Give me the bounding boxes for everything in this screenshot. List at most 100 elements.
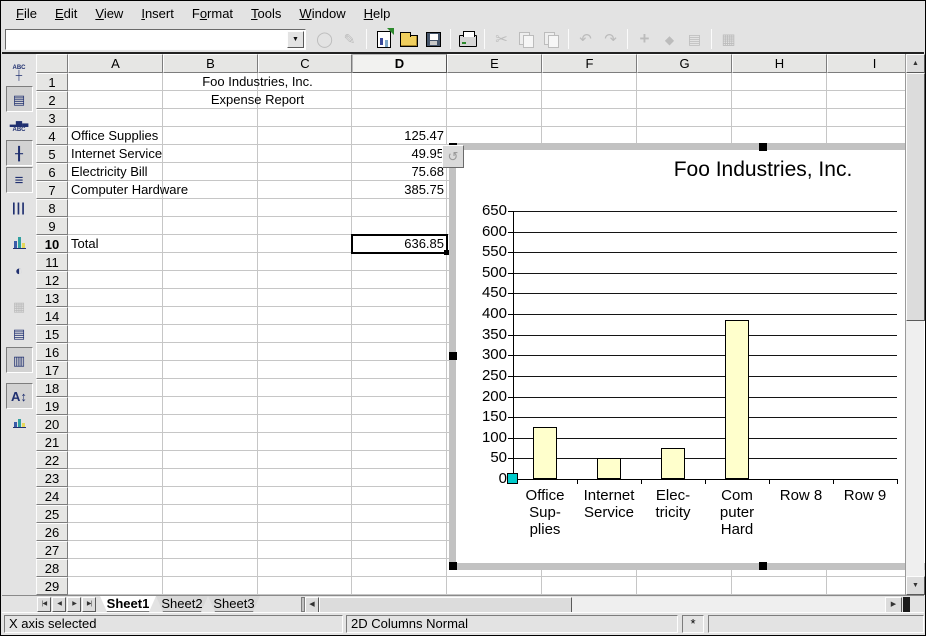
combo-dropdown-icon[interactable]: ▼: [287, 31, 304, 48]
row-header-27[interactable]: 27: [36, 541, 68, 559]
bar-internet-service[interactable]: [597, 458, 621, 479]
axes-descriptions-on-off-icon[interactable]: ╂: [6, 140, 33, 166]
chart-handle-bottom-left[interactable]: [449, 562, 457, 570]
cell-a7[interactable]: Computer Hardware: [68, 181, 163, 199]
tab-sheet2[interactable]: Sheet2: [156, 596, 208, 612]
column-header-h[interactable]: H: [732, 54, 827, 73]
cell-d5[interactable]: 49.95: [352, 145, 447, 163]
row-header-21[interactable]: 21: [36, 433, 68, 451]
menu-help[interactable]: Help: [355, 2, 400, 25]
bar-computer-hard[interactable]: [725, 320, 749, 479]
chart-type-icon[interactable]: [6, 230, 33, 256]
cell-a4[interactable]: Office Supplies: [68, 127, 163, 145]
menu-file[interactable]: File: [7, 2, 46, 25]
row-header-17[interactable]: 17: [36, 361, 68, 379]
last-sheet-icon[interactable]: ▶|: [82, 597, 96, 612]
menu-edit[interactable]: Edit: [46, 2, 86, 25]
column-header-f[interactable]: F: [542, 54, 637, 73]
row-header-25[interactable]: 25: [36, 505, 68, 523]
menu-view[interactable]: View: [86, 2, 132, 25]
horizontal-grid-on-off-icon[interactable]: ≡: [6, 167, 33, 193]
vertical-scroll-thumb[interactable]: [906, 73, 925, 321]
row-header-13[interactable]: 13: [36, 289, 68, 307]
row-header-29[interactable]: 29: [36, 577, 68, 595]
chart-handle-bottom-middle[interactable]: [759, 562, 767, 570]
row-header-8[interactable]: 8: [36, 199, 68, 217]
row-header-6[interactable]: 6: [36, 163, 68, 181]
menu-format[interactable]: Format: [183, 2, 242, 25]
cell-d6[interactable]: 75.68: [352, 163, 447, 181]
vertical-grid-on-off-icon[interactable]: |||: [6, 194, 33, 220]
chart-object[interactable]: Foo Industries, Inc.05010015020025030035…: [449, 143, 926, 570]
first-sheet-icon[interactable]: |◀: [37, 597, 51, 612]
active-cell-border[interactable]: [351, 234, 448, 254]
row-header-12[interactable]: 12: [36, 271, 68, 289]
print-icon[interactable]: [455, 27, 480, 51]
row-header-20[interactable]: 20: [36, 415, 68, 433]
row-header-2[interactable]: 2: [36, 91, 68, 109]
cell-a6[interactable]: Electricity Bill: [68, 163, 163, 181]
row-header-16[interactable]: 16: [36, 343, 68, 361]
chart-title[interactable]: Foo Industries, Inc.: [456, 158, 926, 182]
vertical-scrollbar[interactable]: ▲ ▼: [905, 54, 924, 595]
row-header-15[interactable]: 15: [36, 325, 68, 343]
row-header-11[interactable]: 11: [36, 253, 68, 271]
x-axis-selection-handle[interactable]: [507, 473, 518, 484]
axes-titles-on-off-icon[interactable]: ▂▅▃ABC: [6, 113, 33, 139]
chart-handle-top-middle[interactable]: [759, 143, 767, 151]
row-header-19[interactable]: 19: [36, 397, 68, 415]
row-header-26[interactable]: 26: [36, 523, 68, 541]
menu-window[interactable]: Window: [290, 2, 354, 25]
url-combo-box[interactable]: ▼: [5, 29, 306, 50]
column-header-b[interactable]: B: [163, 54, 258, 73]
row-header-23[interactable]: 23: [36, 469, 68, 487]
horizontal-scroll-thumb[interactable]: [319, 597, 572, 613]
scroll-down-icon[interactable]: ▼: [906, 576, 925, 595]
row-header-10[interactable]: 10: [36, 235, 68, 253]
chart-area[interactable]: Foo Industries, Inc.05010015020025030035…: [456, 150, 926, 563]
row-header-14[interactable]: 14: [36, 307, 68, 325]
row-header-7[interactable]: 7: [36, 181, 68, 199]
column-header-a[interactable]: A: [68, 54, 163, 73]
row-header-4[interactable]: 4: [36, 127, 68, 145]
cell-b2[interactable]: Expense Report: [163, 91, 352, 109]
row-header-1[interactable]: 1: [36, 73, 68, 91]
scale-text-icon[interactable]: A↕: [6, 383, 33, 409]
tab-sheet1[interactable]: Sheet1: [100, 596, 156, 612]
scroll-up-icon[interactable]: ▲: [906, 54, 925, 73]
select-all-corner[interactable]: [36, 54, 68, 73]
previous-sheet-icon[interactable]: ◀: [52, 597, 66, 612]
object-anchor-icon[interactable]: ↺: [442, 145, 464, 168]
chart-handle-left-middle[interactable]: [449, 352, 457, 360]
new-document-icon[interactable]: [371, 27, 396, 51]
column-header-c[interactable]: C: [258, 54, 352, 73]
cell-b1[interactable]: Foo Industries, Inc.: [163, 73, 352, 91]
data-in-rows-icon[interactable]: ▤: [6, 320, 33, 346]
row-header-24[interactable]: 24: [36, 487, 68, 505]
menu-tools[interactable]: Tools: [242, 2, 290, 25]
url-field[interactable]: [7, 31, 286, 48]
bar-office-supplies[interactable]: [533, 427, 557, 479]
menu-insert[interactable]: Insert: [132, 2, 183, 25]
reorganize-chart-icon[interactable]: [6, 410, 33, 436]
next-sheet-icon[interactable]: ▶: [67, 597, 81, 612]
open-icon[interactable]: [396, 27, 421, 51]
cell-a10[interactable]: Total: [68, 235, 163, 253]
legend-on-off-icon[interactable]: ▤: [6, 86, 33, 112]
scroll-left-icon[interactable]: ◀: [305, 597, 319, 613]
bar-electricity[interactable]: [661, 448, 685, 479]
column-header-d[interactable]: D: [352, 54, 447, 73]
cell-d7[interactable]: 385.75: [352, 181, 447, 199]
titles-on-off-icon[interactable]: ABC┼: [6, 59, 33, 85]
autoformat-icon[interactable]: ◐: [6, 257, 33, 283]
row-header-18[interactable]: 18: [36, 379, 68, 397]
row-header-9[interactable]: 9: [36, 217, 68, 235]
column-header-g[interactable]: G: [637, 54, 732, 73]
row-header-28[interactable]: 28: [36, 559, 68, 577]
scroll-right-icon[interactable]: ▶: [885, 597, 902, 613]
cell-d4[interactable]: 125.47: [352, 127, 447, 145]
save-icon[interactable]: [421, 27, 446, 51]
row-header-22[interactable]: 22: [36, 451, 68, 469]
column-header-e[interactable]: E: [447, 54, 542, 73]
row-header-3[interactable]: 3: [36, 109, 68, 127]
